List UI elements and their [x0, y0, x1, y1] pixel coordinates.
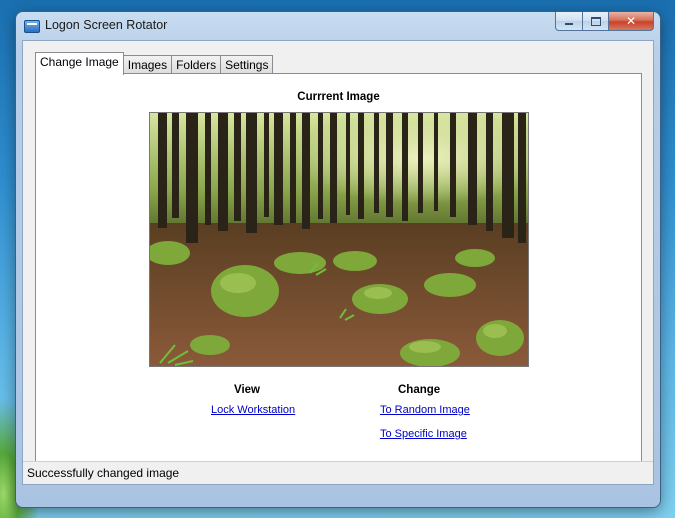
app-icon	[24, 20, 40, 33]
maximize-icon	[590, 16, 601, 26]
minimize-button[interactable]	[555, 12, 583, 31]
close-icon: ✕	[625, 14, 637, 28]
close-button[interactable]: ✕	[609, 12, 654, 31]
tab-change-image[interactable]: Change Image	[35, 52, 124, 75]
status-message: Successfully changed image	[27, 466, 180, 480]
change-heading: Change	[398, 384, 441, 396]
window-title: Logon Screen Rotator	[45, 18, 168, 32]
status-bar: Successfully changed image	[23, 461, 653, 484]
view-heading: View	[234, 384, 260, 396]
forest-photo	[150, 113, 528, 366]
random-image-link[interactable]: To Random Image	[380, 404, 470, 416]
app-window: Logon Screen Rotator ✕ Change Image Imag…	[16, 12, 660, 507]
tab-folders[interactable]: Folders	[171, 55, 222, 74]
client-area: Change Image Images Folders Settings Cur…	[22, 40, 654, 485]
caption-buttons: ✕	[555, 12, 654, 32]
current-image-heading: Currrent Image	[297, 91, 380, 103]
tab-settings[interactable]: Settings	[220, 55, 274, 74]
tab-strip: Change Image Images Folders Settings	[35, 52, 274, 75]
minimize-icon	[565, 22, 573, 25]
lock-workstation-link[interactable]: Lock Workstation	[211, 404, 295, 416]
current-image-preview	[149, 112, 529, 367]
tab-panel-change-image: Currrent Image View Lock Workstation Cha…	[35, 73, 642, 468]
tab-images[interactable]: Images	[122, 55, 173, 74]
maximize-button[interactable]	[583, 12, 609, 31]
specific-image-link[interactable]: To Specific Image	[380, 428, 467, 440]
title-bar[interactable]: Logon Screen Rotator ✕	[16, 12, 660, 42]
